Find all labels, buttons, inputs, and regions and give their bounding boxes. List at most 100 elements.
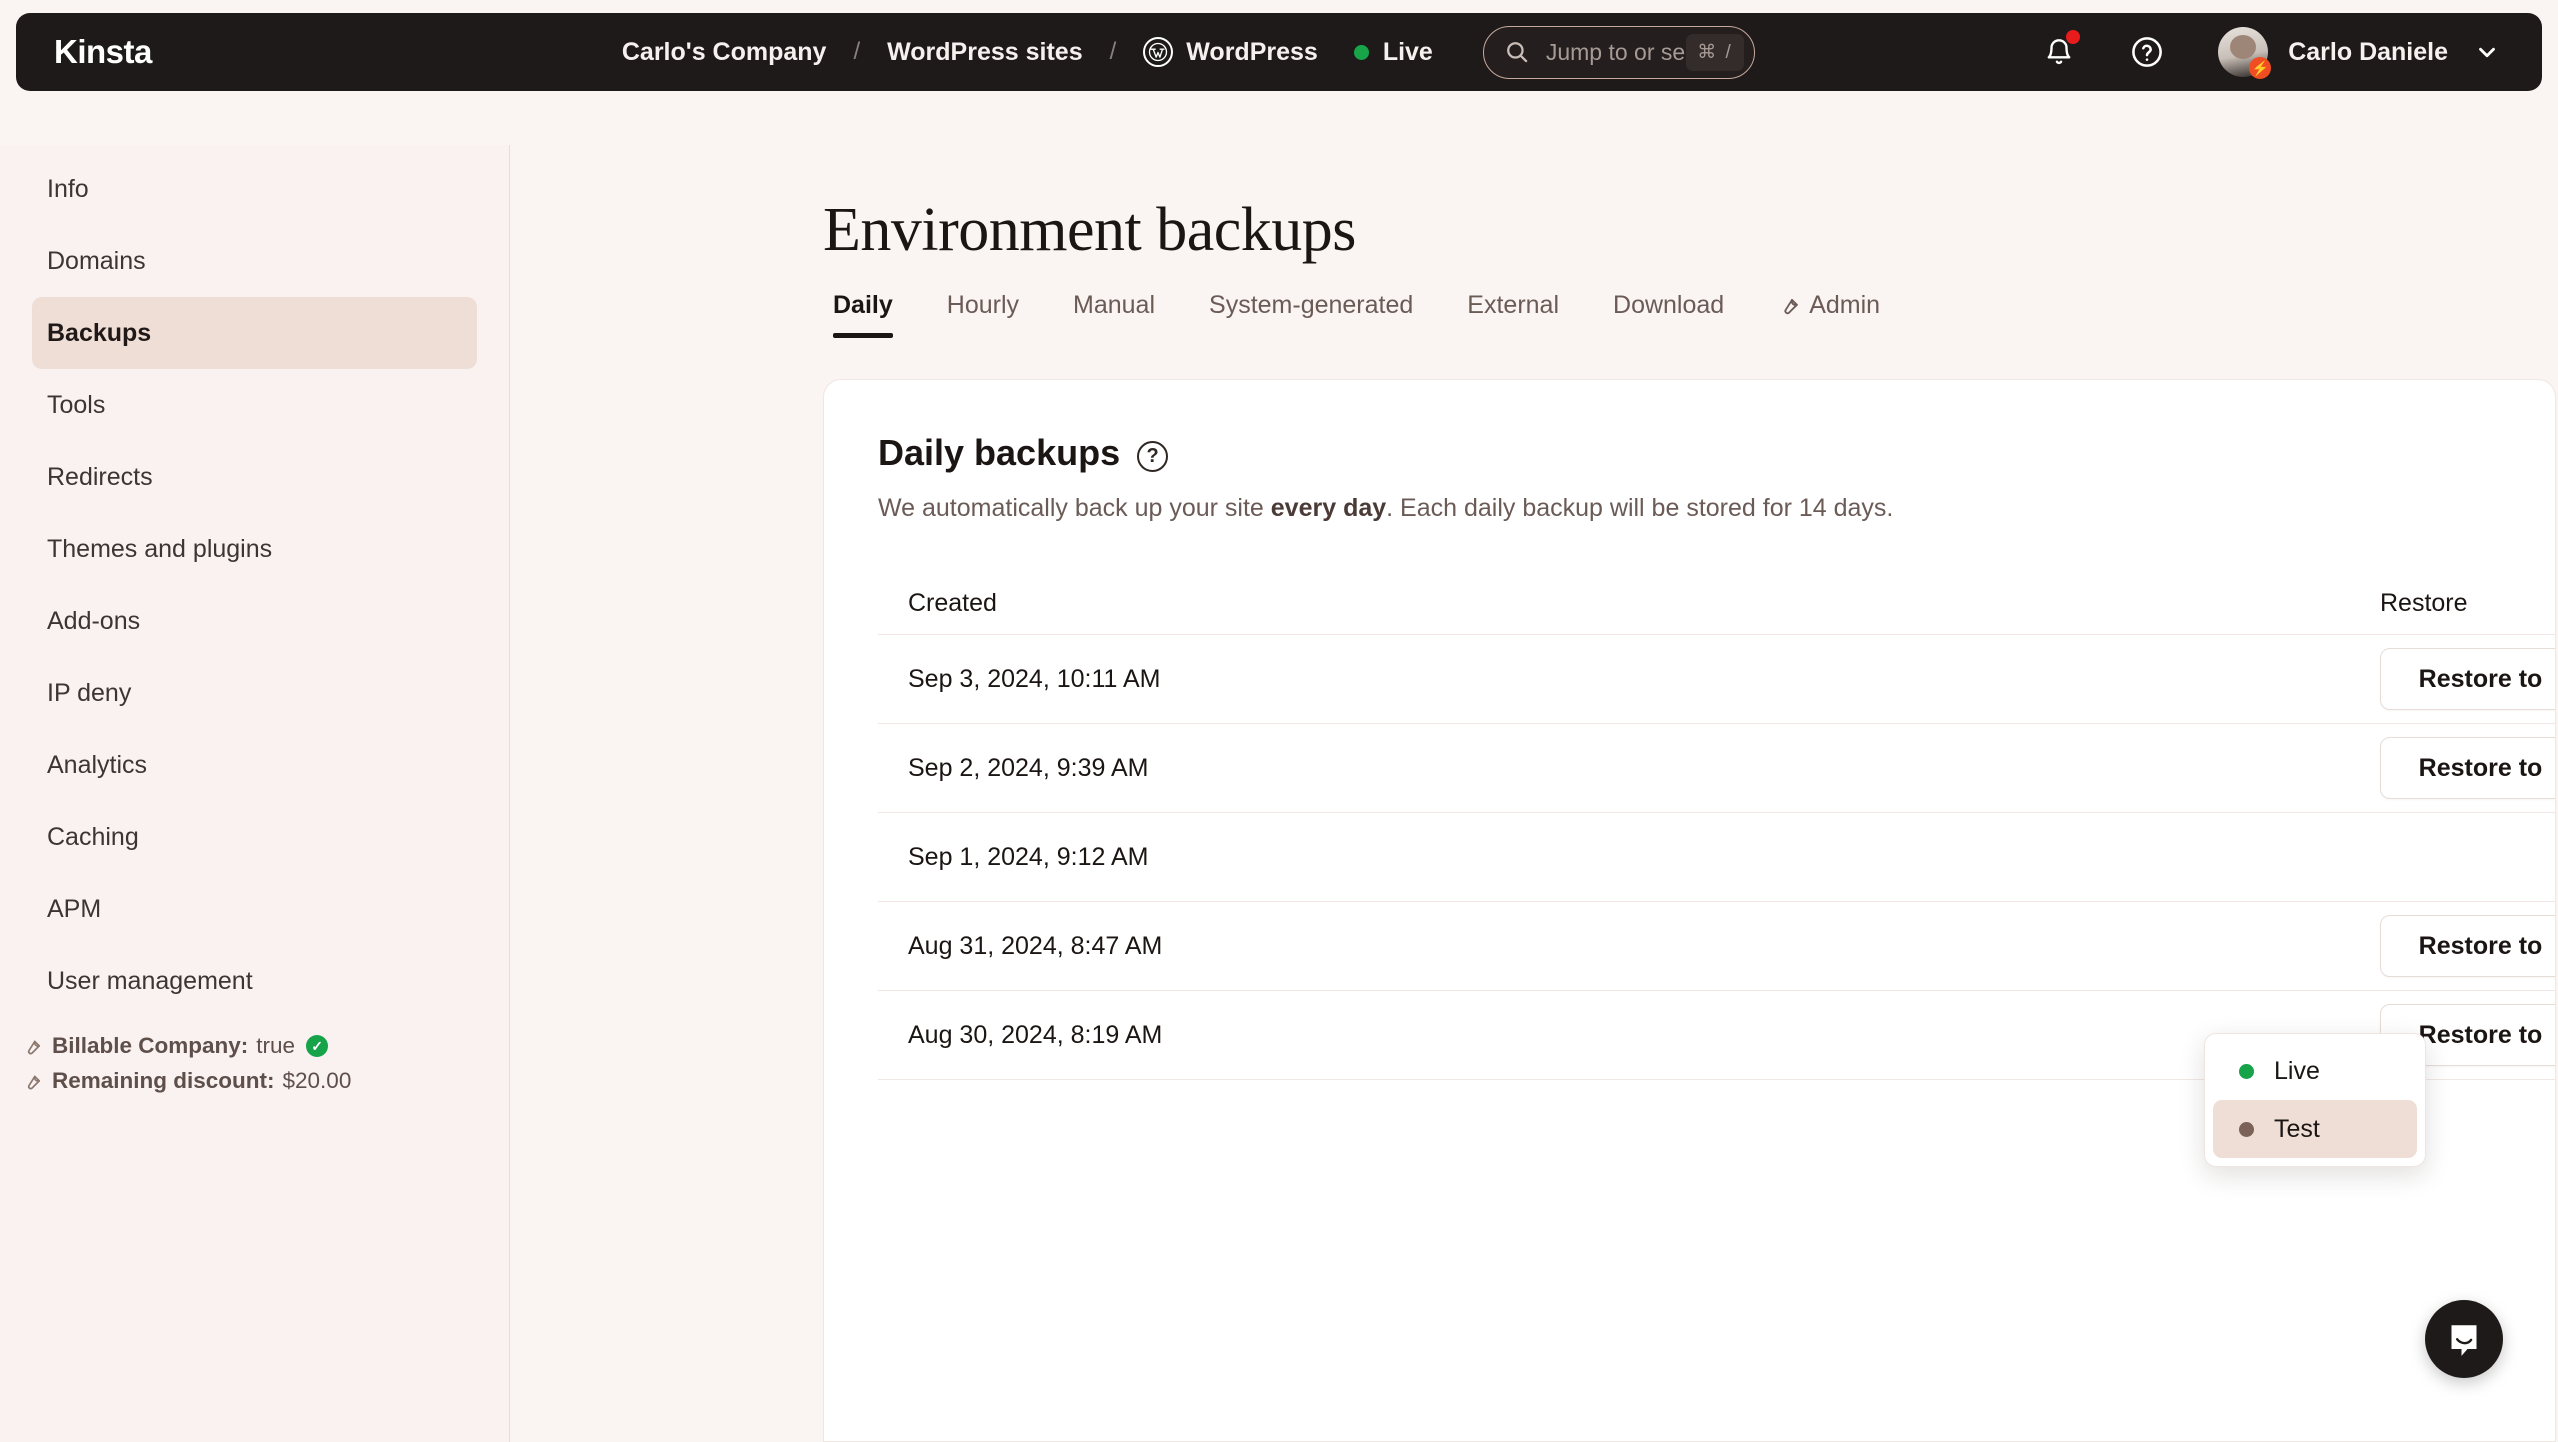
notification-badge <box>2066 30 2081 44</box>
sidebar-item-label: Themes and plugins <box>47 534 273 563</box>
meta-value: true <box>256 1033 296 1058</box>
sidebar-item-label: Caching <box>47 822 139 851</box>
breadcrumb-item-site[interactable]: WordPress <box>1143 37 1318 67</box>
card-description-suffix: . Each daily backup will be stored for 1… <box>1386 494 1894 522</box>
sidebar-item-label: Add-ons <box>47 606 141 635</box>
wordpress-icon <box>1143 37 1174 67</box>
status-dot-live <box>2239 1063 2254 1079</box>
restore-button-label: Restore to <box>2418 931 2543 960</box>
main-content: Environment backups Daily Hourly Manual … <box>510 91 2558 1442</box>
backup-created-date: Sep 3, 2024, 10:11 AM <box>908 664 1161 693</box>
sidebar-item-themes-and-plugins[interactable]: Themes and plugins <box>32 513 477 585</box>
card-description-bold: every day <box>1270 494 1387 522</box>
table-row: Aug 31, 2024, 8:47 AM Restore to <box>878 902 2555 991</box>
global-search[interactable]: Jump to or searc... ⌘ / <box>1482 25 1755 79</box>
meta-billable-company: Billable Company: true ✓ <box>22 1033 509 1059</box>
dropdown-option-test[interactable]: Test <box>2213 1100 2417 1158</box>
card-description: We automatically back up your site every… <box>878 494 2501 523</box>
meta-remaining-discount: Remaining discount: $20.00 <box>22 1068 509 1094</box>
daily-backups-card: Daily backups ? We automatically back up… <box>823 379 2556 1442</box>
sidebar-item-tools[interactable]: Tools <box>32 369 477 441</box>
kinsta-logo[interactable]: Kinsta <box>54 33 152 71</box>
sidebar-item-backups[interactable]: Backups <box>32 297 477 369</box>
search-shortcut-hint: ⌘ / <box>1686 33 1744 71</box>
column-header-restore: Restore <box>2380 589 2468 617</box>
wrench-icon <box>1778 294 1801 317</box>
chevron-down-icon[interactable] <box>2474 39 2500 65</box>
sidebar-item-label: Info <box>47 174 89 203</box>
topbar-actions: ⚡ Carlo Daniele <box>1994 27 2500 79</box>
environment-indicator[interactable]: Live <box>1353 37 1433 67</box>
search-input[interactable]: Jump to or searc... <box>1546 39 1686 66</box>
tab-system-generated[interactable]: System-generated <box>1182 291 1440 338</box>
sidebar-item-label: IP deny <box>47 678 132 707</box>
backup-tabs: Daily Hourly Manual System-generated Ext… <box>821 291 1907 338</box>
breadcrumb-item-company[interactable]: Carlo's Company <box>622 38 827 67</box>
breadcrumb-separator: / <box>853 38 861 65</box>
meta-label: Remaining discount: <box>52 1068 275 1093</box>
backup-created-date: Sep 1, 2024, 9:12 AM <box>908 842 1149 871</box>
sidebar: Info Domains Backups Tools Redirects The… <box>0 145 510 1442</box>
restore-to-button[interactable]: Restore to <box>2380 915 2555 977</box>
card-header: Daily backups ? <box>878 432 2501 474</box>
intercom-chat-button[interactable] <box>2425 1300 2503 1378</box>
sidebar-item-add-ons[interactable]: Add-ons <box>32 585 477 657</box>
backup-created-date: Sep 2, 2024, 9:39 AM <box>908 753 1149 782</box>
backup-created-date: Aug 31, 2024, 8:47 AM <box>908 931 1163 960</box>
sidebar-item-ip-deny[interactable]: IP deny <box>32 657 477 729</box>
card-title: Daily backups <box>878 432 1121 473</box>
search-icon <box>1504 39 1530 65</box>
status-dot-test <box>2239 1121 2254 1137</box>
breadcrumb-separator: / <box>1109 38 1117 65</box>
notifications-button[interactable] <box>2036 29 2082 75</box>
environment-label: Live <box>1382 37 1433 66</box>
tab-label: External <box>1467 291 1560 319</box>
meta-value: $20.00 <box>282 1068 352 1093</box>
table-row: Sep 2, 2024, 9:39 AM Restore to <box>878 724 2555 813</box>
dropdown-option-live[interactable]: Live <box>2213 1042 2417 1100</box>
top-navigation-bar: Kinsta Carlo's Company / WordPress sites… <box>16 13 2542 91</box>
sidebar-item-label: User management <box>47 966 253 995</box>
tab-download[interactable]: Download <box>1586 291 1751 338</box>
tab-external[interactable]: External <box>1440 291 1586 338</box>
tab-label: Manual <box>1073 291 1156 319</box>
help-button[interactable] <box>2124 29 2170 75</box>
restore-to-button[interactable]: Restore to <box>2380 648 2555 710</box>
sidebar-admin-meta: Billable Company: true ✓ Remaining disco… <box>0 1033 509 1094</box>
sidebar-item-label: Analytics <box>47 750 148 779</box>
restore-to-button[interactable]: Restore to <box>2380 737 2555 799</box>
wrench-icon <box>22 1071 43 1092</box>
tab-label: Daily <box>833 291 893 319</box>
tab-manual[interactable]: Manual <box>1046 291 1182 338</box>
sidebar-item-caching[interactable]: Caching <box>32 801 477 873</box>
tab-hourly[interactable]: Hourly <box>920 291 1046 338</box>
dropdown-option-label: Live <box>2274 1056 2320 1085</box>
breadcrumb: Carlo's Company / WordPress sites / Word… <box>622 37 1433 67</box>
lightning-icon: ⚡ <box>2249 57 2272 79</box>
sidebar-item-analytics[interactable]: Analytics <box>32 729 477 801</box>
tab-admin[interactable]: Admin <box>1751 291 1907 338</box>
sidebar-item-info[interactable]: Info <box>32 153 477 225</box>
restore-cell: Restore to <box>2380 915 2555 977</box>
question-circle-icon[interactable]: ? <box>1137 440 1169 472</box>
restore-cell: Restore to <box>2380 737 2555 799</box>
sidebar-item-apm[interactable]: APM <box>32 873 477 945</box>
avatar[interactable]: ⚡ <box>2218 27 2272 79</box>
column-header-created: Created <box>908 589 997 617</box>
sidebar-item-label: Domains <box>47 246 146 275</box>
sidebar-item-redirects[interactable]: Redirects <box>32 441 477 513</box>
meta-label: Billable Company: <box>52 1033 249 1058</box>
restore-button-label: Restore to <box>2418 664 2543 693</box>
status-dot-live <box>1353 44 1369 60</box>
sidebar-item-label: Redirects <box>47 462 153 491</box>
table-row: Sep 3, 2024, 10:11 AM Restore to <box>878 635 2555 724</box>
backup-created-date: Aug 30, 2024, 8:19 AM <box>908 1020 1163 1049</box>
sidebar-item-user-management[interactable]: User management <box>32 945 477 1017</box>
tab-daily[interactable]: Daily <box>821 291 920 338</box>
table-row: Sep 1, 2024, 9:12 AM <box>878 813 2555 902</box>
breadcrumb-item-sites[interactable]: WordPress sites <box>887 38 1082 67</box>
user-menu-label[interactable]: Carlo Daniele <box>2288 38 2448 67</box>
card-description-prefix: We automatically back up your site <box>878 494 1271 522</box>
tab-label: Download <box>1613 291 1725 319</box>
sidebar-item-domains[interactable]: Domains <box>32 225 477 297</box>
